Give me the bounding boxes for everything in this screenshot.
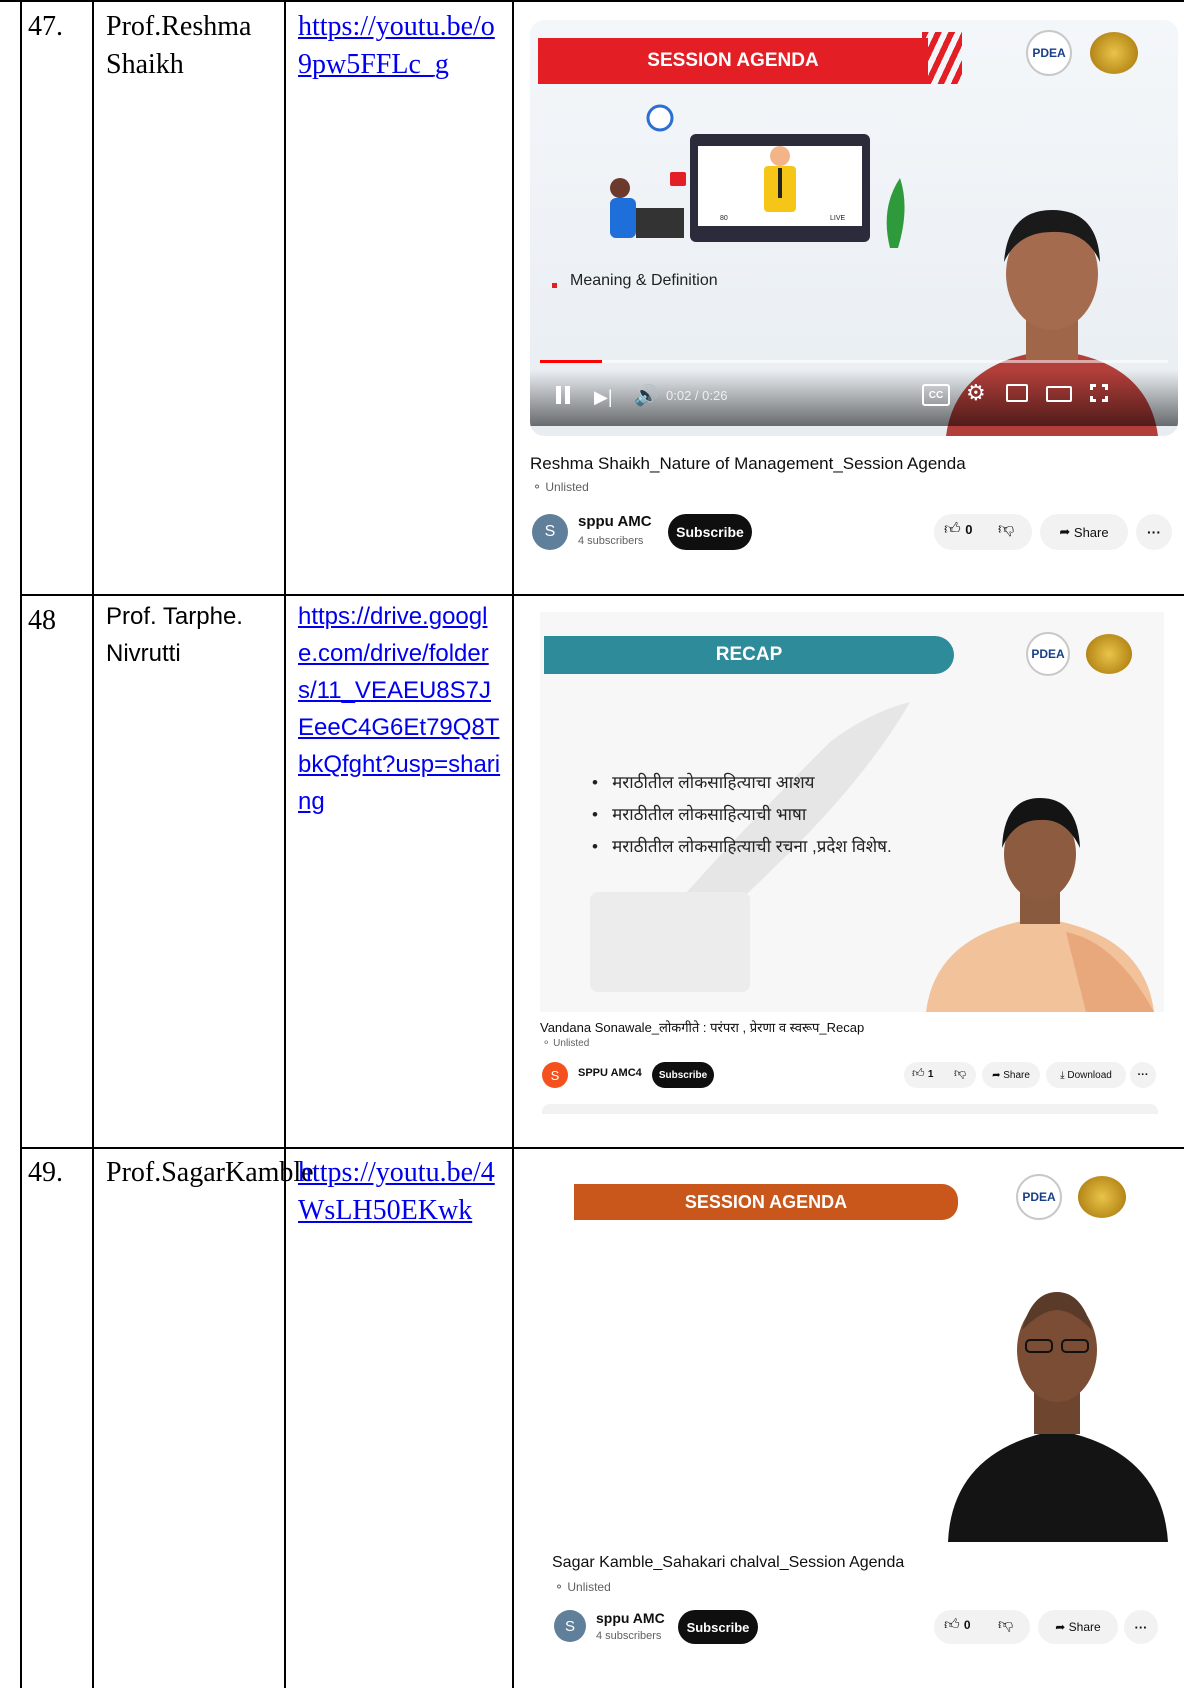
thumbs-down-icon[interactable]: 👎︎: [954, 1066, 966, 1081]
slide-banner: SESSION AGENDA: [574, 1184, 958, 1220]
miniplayer-icon[interactable]: [1006, 384, 1028, 402]
thumbs-up-icon: 👍︎: [944, 521, 961, 538]
table-border-left: [20, 0, 22, 1688]
col-divider-1: [92, 0, 94, 1688]
drive-link[interactable]: https://drive.google.com/drive/folders/1…: [298, 598, 502, 820]
video-title: Reshma Shaikh_Nature of Management_Sessi…: [530, 454, 966, 473]
video-link[interactable]: https://youtu.be/4WsLH50EKwk: [298, 1154, 502, 1230]
col-divider-2: [284, 0, 286, 1688]
thumbs-down-icon[interactable]: 👎︎: [998, 1616, 1013, 1634]
banner-stripes-decoration: [922, 32, 962, 84]
institution-seal-logo: [1090, 32, 1138, 74]
presenter-video-feed: [948, 1292, 1168, 1542]
share-icon: ➦: [992, 1069, 1004, 1081]
slide-bullet-text: • मराठीतील लोकसाहित्याची भाषा: [592, 805, 807, 824]
youtube-screenshot: SESSION AGENDA PDEA 80 LIVE Meaning & De…: [520, 8, 1184, 588]
svg-text:LIVE: LIVE: [830, 215, 846, 222]
professor-name: Prof. Tarphe. Nivrutti: [106, 603, 243, 667]
unlisted-badge: ⚬ Unlisted: [532, 480, 589, 494]
professor-name: Prof.Reshma Shaikh: [106, 11, 252, 80]
channel-avatar[interactable]: S: [532, 514, 568, 550]
channel-name[interactable]: SPPU AMC4: [578, 1067, 642, 1079]
more-options-button[interactable]: ···: [1130, 1062, 1156, 1088]
more-options-button[interactable]: ···: [1124, 1610, 1158, 1644]
share-button[interactable]: ➦ Share: [1040, 514, 1128, 550]
row-number: 49.: [28, 1157, 63, 1188]
thumbs-up-icon: 👍︎: [912, 1066, 925, 1080]
subscriber-count: 4 subscribers: [578, 535, 644, 547]
col-divider-3: [512, 0, 514, 1688]
controls-bar: [530, 370, 1178, 426]
video-player[interactable]: RECAP PDEA • मराठीतील लोकसाहित्याचा आशय …: [540, 612, 1164, 1012]
channel-avatar[interactable]: S: [554, 1610, 586, 1642]
pdea-logo: PDEA: [1016, 1174, 1062, 1220]
like-count: 0: [963, 1618, 971, 1632]
fullscreen-icon[interactable]: [1090, 384, 1108, 402]
description-box-edge: [542, 1104, 1158, 1114]
progress-played: [540, 360, 602, 363]
video-player[interactable]: SESSION AGENDA PDEA 80 LIVE Meaning & De…: [530, 20, 1178, 436]
slide-bullet-text: • मराठीतील लोकसाहित्याचा आशय: [592, 773, 815, 792]
captions-icon[interactable]: CC: [922, 384, 950, 406]
settings-gear-icon[interactable]: ⚙: [966, 382, 986, 404]
thumbs-down-icon[interactable]: 👎︎: [998, 520, 1014, 539]
channel-name[interactable]: sppu AMC: [596, 1610, 665, 1626]
video-player[interactable]: SESSION AGENDA PDEA: [550, 1160, 1176, 1542]
bullet-marker: [552, 283, 557, 288]
subscribe-button[interactable]: Subscribe: [678, 1610, 758, 1644]
slide-banner: RECAP: [544, 636, 954, 674]
row-number: 47.: [28, 11, 63, 42]
row-divider-1: [20, 594, 1184, 596]
progress-track[interactable]: [540, 360, 1168, 363]
share-icon: ➦: [1055, 1620, 1069, 1634]
like-count: 0: [965, 522, 973, 537]
row-number: 48: [28, 605, 56, 636]
institution-seal-logo: [1078, 1176, 1126, 1218]
channel-name[interactable]: sppu AMC: [578, 513, 652, 530]
svg-text:80: 80: [720, 215, 728, 222]
youtube-screenshot: RECAP PDEA • मराठीतील लोकसाहित्याचा आशय …: [520, 604, 1184, 1142]
youtube-screenshot: SESSION AGENDA PDEA Sagar Kamble_Sahakar…: [520, 1152, 1184, 1688]
pause-icon[interactable]: [556, 386, 570, 404]
video-title: Vandana Sonawale_लोकगीते : परंपरा , प्रे…: [540, 1020, 865, 1035]
slide-bullet-text: Meaning & Definition: [570, 272, 718, 289]
like-button[interactable]: 👍︎ 0: [944, 1616, 971, 1634]
subscribe-button[interactable]: Subscribe: [668, 514, 752, 550]
subscribe-button[interactable]: Subscribe: [652, 1062, 714, 1088]
presenter-video-feed: [926, 798, 1154, 1012]
pdea-logo: PDEA: [1026, 632, 1070, 676]
video-title: Sagar Kamble_Sahakari chalval_Session Ag…: [552, 1554, 905, 1571]
pdea-logo: PDEA: [1026, 30, 1072, 76]
slide-bullet-text: • मराठीतील लोकसाहित्याची रचना ,प्रदेश वि…: [592, 837, 892, 856]
row-divider-2: [20, 1147, 1184, 1149]
institution-seal-logo: [1086, 634, 1132, 674]
video-link[interactable]: https://youtu.be/o9pw5FFLc_g: [298, 8, 502, 84]
download-icon: ⤓: [1060, 1069, 1068, 1081]
share-icon: ➦: [1059, 524, 1074, 539]
professor-name: Prof.SagarKamble: [106, 1157, 314, 1188]
unlisted-badge: ⚬ Unlisted: [542, 1038, 590, 1049]
slide-banner: SESSION AGENDA: [538, 38, 928, 84]
thumbs-up-icon: 👍︎: [944, 1616, 960, 1633]
download-button[interactable]: ⤓ Download: [1046, 1062, 1126, 1088]
subscriber-count: 4 subscribers: [596, 1630, 662, 1642]
theater-mode-icon[interactable]: [1046, 386, 1072, 402]
like-button[interactable]: 👍︎ 0: [944, 520, 972, 539]
next-icon[interactable]: ▶|: [594, 388, 613, 406]
share-button[interactable]: ➦ Share: [982, 1062, 1040, 1088]
volume-icon[interactable]: 🔊: [634, 386, 659, 406]
channel-avatar[interactable]: S: [542, 1062, 568, 1088]
unlisted-badge: ⚬ Unlisted: [554, 1580, 611, 1594]
more-options-button[interactable]: ···: [1136, 514, 1172, 550]
like-button[interactable]: 👍︎ 1: [912, 1066, 933, 1081]
elearning-illustration: 80 LIVE: [610, 104, 905, 248]
time-display: 0:02 / 0:26: [666, 388, 728, 403]
table-border-top: [0, 0, 1184, 2]
share-button[interactable]: ➦ Share: [1038, 1610, 1118, 1644]
like-count: 1: [927, 1069, 934, 1080]
